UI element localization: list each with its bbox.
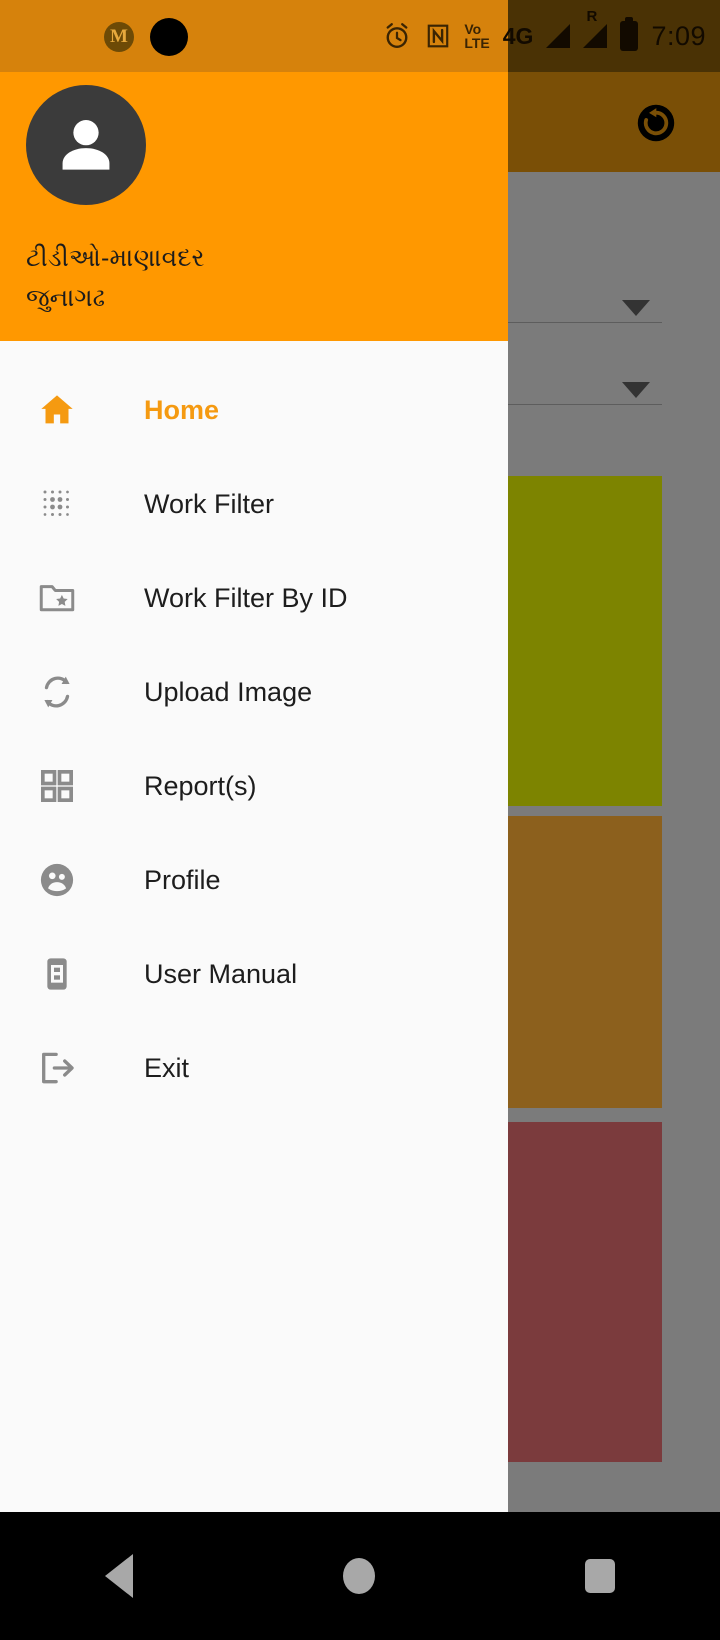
sidebar-item-label: Home [144, 394, 220, 425]
drawer-header: ટીડીઓ-માણાવદર જુનાગઢ [0, 72, 508, 341]
navigation-drawer[interactable]: ટીડીઓ-માણાવદર જુનાગઢ Home Work Filter Wo… [0, 0, 508, 1512]
sidebar-item-work-filter[interactable]: Work Filter [0, 457, 508, 551]
sidebar-item-label: User Manual [144, 958, 298, 989]
exit-logout-icon [26, 1042, 88, 1094]
sidebar-item-label: Exit [144, 1052, 190, 1083]
sidebar-item-upload-image[interactable]: Upload Image [0, 645, 508, 739]
profile-subtitle: જુનાગઢ [26, 284, 106, 312]
sidebar-item-home[interactable]: Home [0, 363, 508, 457]
sidebar-item-exit[interactable]: Exit [0, 1021, 508, 1115]
sidebar-item-profile[interactable]: Profile [0, 833, 508, 927]
home-nav-button[interactable] [343, 1558, 375, 1594]
sidebar-item-label: Profile [144, 864, 221, 895]
dot-grid-icon [26, 478, 88, 530]
grid-squares-icon [26, 760, 88, 812]
android-navigation-bar [0, 1512, 720, 1640]
sidebar-item-reports[interactable]: Report(s) [0, 739, 508, 833]
sync-upload-icon [26, 666, 88, 718]
profile-name: ટીડીઓ-માણાવદર [26, 244, 205, 272]
refresh-icon[interactable] [637, 104, 675, 142]
home-icon [26, 384, 88, 436]
recents-nav-button[interactable] [585, 1559, 615, 1593]
sidebar-item-label: Work Filter By ID [144, 582, 348, 613]
back-nav-button[interactable] [105, 1554, 133, 1598]
chevron-down-icon [622, 382, 650, 398]
sidebar-item-label: Report(s) [144, 770, 257, 801]
drawer-menu-list: Home Work Filter Work Filter By ID Uploa… [0, 341, 508, 1115]
drawer-status-bar-spacer [0, 0, 508, 72]
sidebar-item-label: Upload Image [144, 676, 313, 707]
sidebar-item-user-manual[interactable]: User Manual [0, 927, 508, 1021]
sidebar-item-label: Work Filter [144, 488, 275, 519]
person-icon [62, 120, 110, 170]
sidebar-item-work-filter-by-id[interactable]: Work Filter By ID [0, 551, 508, 645]
chevron-down-icon [622, 300, 650, 316]
person-avatar-icon[interactable] [26, 85, 146, 205]
device-manual-icon [26, 948, 88, 1000]
folder-star-icon [26, 572, 88, 624]
people-circle-icon [26, 854, 88, 906]
